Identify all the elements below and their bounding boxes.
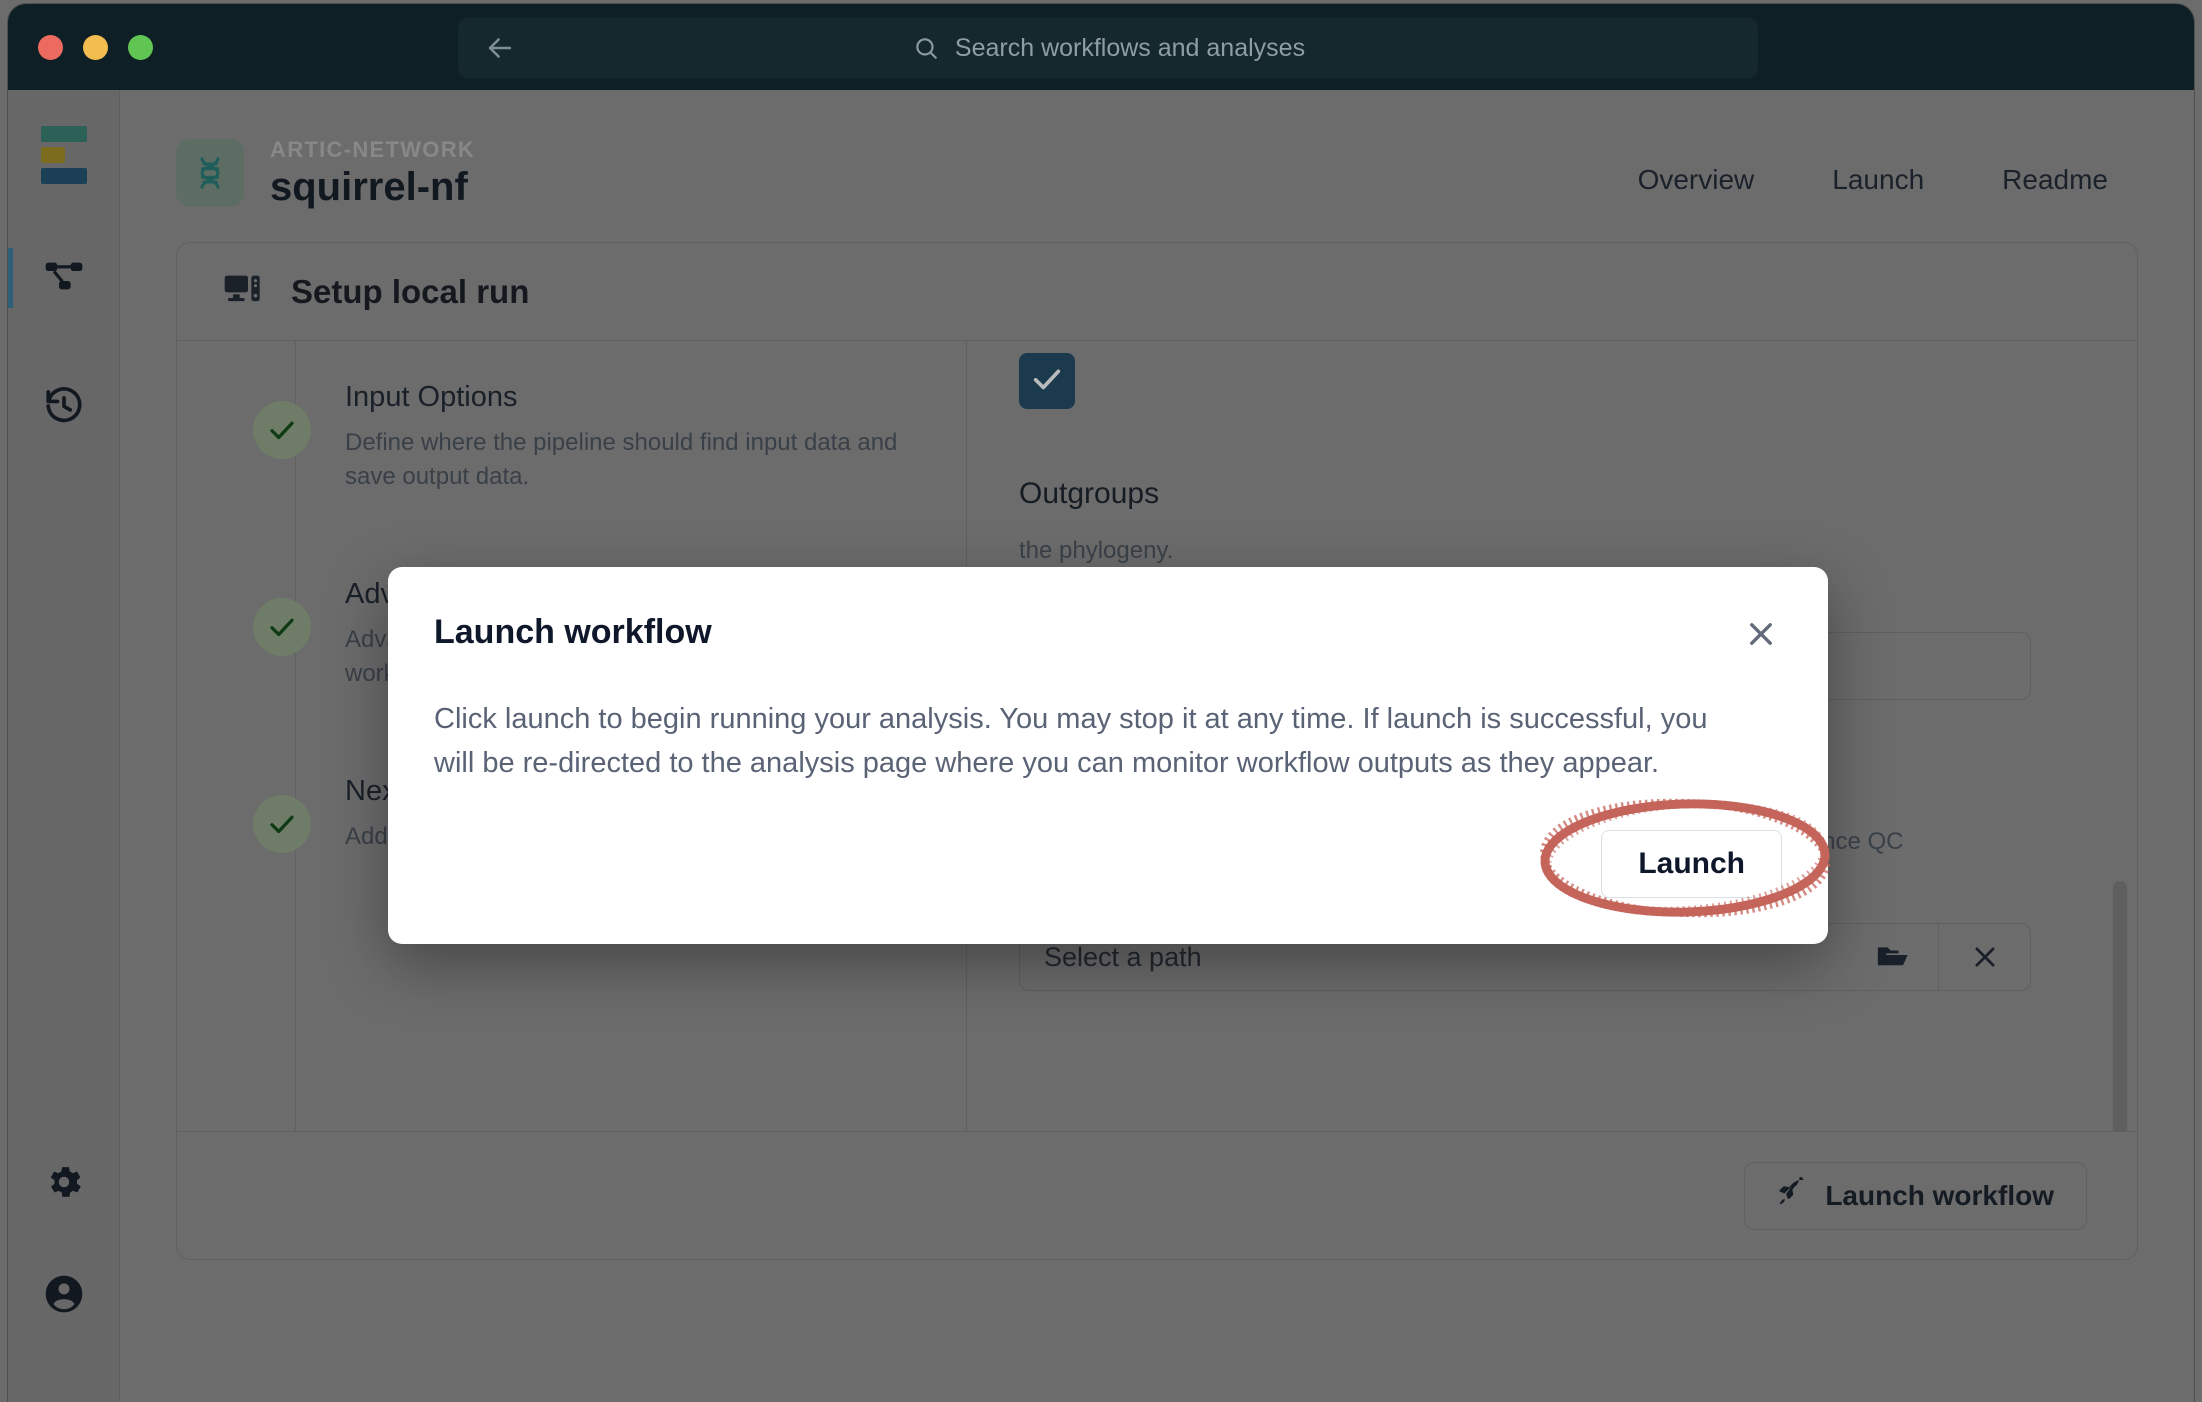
minimize-window-button[interactable] [83, 35, 108, 60]
search-bar[interactable]: Search workflows and analyses [458, 18, 1758, 78]
app-logo[interactable] [41, 126, 87, 184]
modal-title: Launch workflow [434, 613, 712, 652]
search-icon [913, 35, 939, 61]
organization-label: ARTIC-NETWORK [270, 137, 475, 163]
sidebar-item-settings[interactable] [8, 1148, 120, 1220]
modal-header: Launch workflow [434, 613, 1782, 655]
sidebar-item-account[interactable] [8, 1260, 120, 1332]
arrow-left-icon[interactable] [480, 28, 520, 68]
left-rail [8, 90, 120, 1402]
user-circle-icon [42, 1272, 86, 1321]
rail-bottom-group [8, 1148, 120, 1372]
logo-bar-navy [41, 168, 87, 184]
close-window-button[interactable] [38, 35, 63, 60]
sidebar-item-workflows[interactable] [8, 242, 120, 314]
history-clock-icon [43, 385, 85, 432]
zoom-window-button[interactable] [128, 35, 153, 60]
launch-workflow-modal: Launch workflow Click launch to begin ru… [388, 567, 1828, 944]
search-placeholder: Search workflows and analyses [955, 34, 1305, 63]
modal-actions: Launch [1601, 830, 1782, 898]
logo-bar-teal [41, 126, 87, 142]
sidebar-item-history[interactable] [8, 372, 120, 444]
modal-body-text: Click launch to begin running your analy… [434, 697, 1754, 785]
screen: Search workflows and analyses [0, 0, 2202, 1402]
gear-icon [43, 1161, 85, 1208]
title-bar: Search workflows and analyses [8, 4, 2194, 90]
logo-bar-olive [41, 147, 65, 163]
search-field[interactable]: Search workflows and analyses [520, 34, 1698, 63]
traffic-lights [38, 35, 153, 60]
close-x-icon[interactable] [1740, 613, 1782, 655]
app-window: Search workflows and analyses [8, 4, 2194, 1402]
modal-launch-button[interactable]: Launch [1601, 830, 1782, 898]
workflow-network-icon [44, 256, 84, 301]
